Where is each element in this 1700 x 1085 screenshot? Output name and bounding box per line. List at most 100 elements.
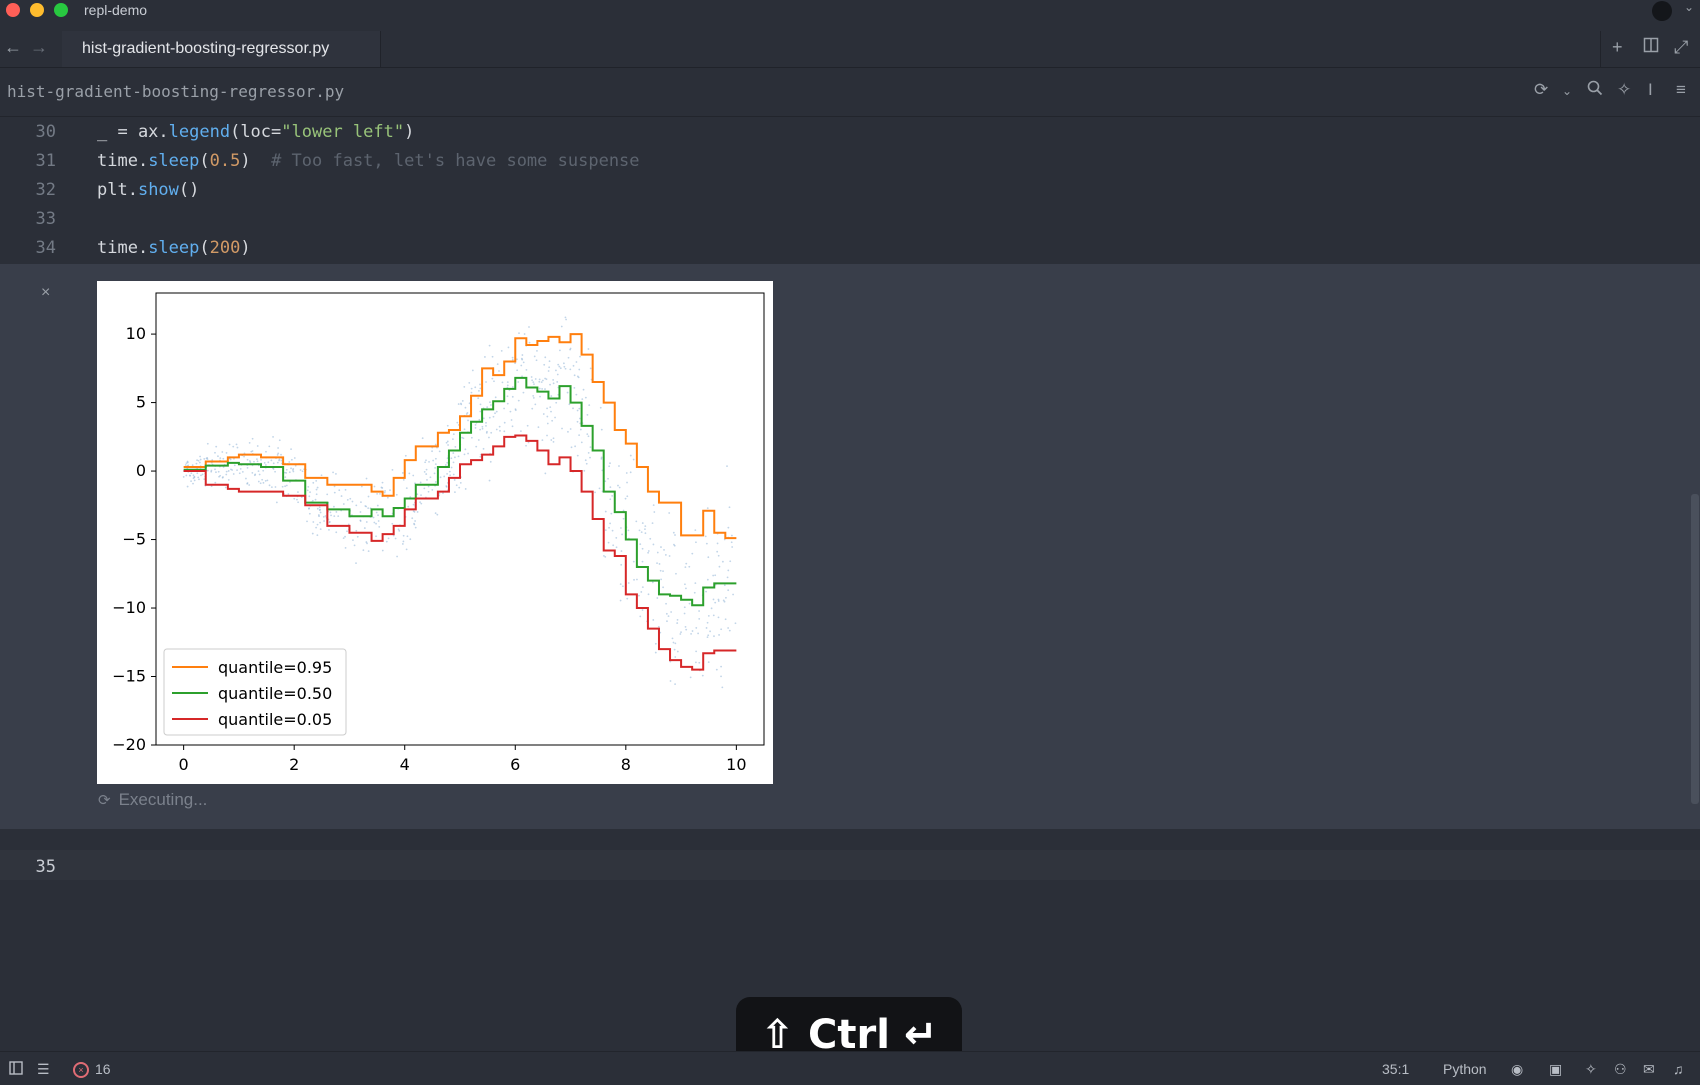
chevron-down-icon[interactable]: ⌄ xyxy=(1562,84,1572,98)
scatter-point xyxy=(670,611,673,613)
split-pane-icon[interactable] xyxy=(1643,37,1659,58)
scatter-point xyxy=(658,563,661,565)
scatter-point xyxy=(586,433,589,436)
scatter-point xyxy=(577,376,580,379)
diagnostics-button[interactable]: × 16 xyxy=(73,1061,111,1079)
scatter-point xyxy=(688,565,691,568)
assistant-icon[interactable]: ✧ xyxy=(1585,1061,1597,1078)
scatter-point xyxy=(215,471,217,474)
scatter-point xyxy=(373,485,376,488)
scatter-point xyxy=(666,620,668,623)
scatter-point xyxy=(620,527,622,529)
code-line[interactable]: 33 xyxy=(0,204,1700,233)
scatter-point xyxy=(514,409,517,412)
scatter-point xyxy=(548,360,551,363)
scatter-point xyxy=(326,493,329,496)
scatter-point xyxy=(622,509,625,512)
code-editor[interactable]: 30 _ = ax.legend(loc="lower left") 31 ti… xyxy=(0,117,1700,263)
terminal-icon[interactable]: ▣ xyxy=(1549,1061,1562,1078)
code-line[interactable]: 32 plt.show() xyxy=(0,175,1700,204)
scatter-point xyxy=(604,529,607,532)
code-text[interactable]: plt.show() xyxy=(97,180,199,200)
scrollbar[interactable] xyxy=(1690,264,1700,829)
scatter-point xyxy=(621,533,623,536)
scatter-point xyxy=(676,650,679,653)
chat-icon[interactable]: ✉ xyxy=(1643,1061,1655,1078)
x-tick-label: 2 xyxy=(289,755,299,774)
scatter-point xyxy=(412,510,415,513)
scatter-point xyxy=(652,619,655,621)
scatter-point xyxy=(694,661,697,664)
code-line[interactable]: 34 time.sleep(200) xyxy=(0,233,1700,262)
forward-arrow-icon[interactable]: → xyxy=(30,37,48,58)
code-text[interactable]: time.sleep(200) xyxy=(97,238,251,258)
scatter-point xyxy=(532,397,535,399)
back-arrow-icon[interactable]: ← xyxy=(4,37,22,58)
scatter-point xyxy=(672,641,675,644)
scatter-point xyxy=(312,521,315,523)
minimize-window-button[interactable] xyxy=(30,3,44,17)
scatter-point xyxy=(541,439,544,442)
scatter-point xyxy=(698,610,700,612)
scatter-point xyxy=(274,486,277,488)
code-line[interactable]: 31 time.sleep(0.5) # Too fast, let's hav… xyxy=(0,146,1700,175)
plus-icon[interactable]: + xyxy=(1612,37,1623,58)
code-line[interactable]: 35 xyxy=(0,850,1700,880)
copilot-icon[interactable]: ◉ xyxy=(1511,1061,1523,1078)
scatter-point xyxy=(724,618,727,621)
scatter-point xyxy=(718,634,720,636)
close-window-button[interactable] xyxy=(6,3,20,17)
expand-icon[interactable]: ⤢ xyxy=(1674,37,1688,58)
user-avatar[interactable] xyxy=(1652,1,1672,21)
chevron-down-icon[interactable]: ⌄ xyxy=(1684,0,1694,14)
outline-icon[interactable]: ☰ xyxy=(37,1061,50,1078)
scatter-point xyxy=(478,389,480,392)
maximize-window-button[interactable] xyxy=(54,3,68,17)
scatter-point xyxy=(495,428,498,431)
search-icon[interactable] xyxy=(1587,80,1603,101)
language-selector[interactable]: Python xyxy=(1443,1061,1487,1077)
scatter-point xyxy=(679,633,682,635)
scatter-point xyxy=(599,406,602,409)
breadcrumb-file[interactable]: hist-gradient-boosting-regressor.py xyxy=(7,82,344,101)
scatter-point xyxy=(498,425,501,428)
scatter-point xyxy=(587,435,590,438)
scatter-point xyxy=(619,599,622,602)
cursor-position[interactable]: 35:1 xyxy=(1382,1061,1409,1077)
scatter-point xyxy=(482,447,485,450)
close-output-icon[interactable]: × xyxy=(41,284,50,302)
scatter-point xyxy=(319,521,322,524)
scatter-point xyxy=(618,486,621,489)
scatter-point xyxy=(713,635,715,638)
scatter-point xyxy=(423,471,426,473)
scatter-point xyxy=(717,554,720,557)
scatter-point xyxy=(626,481,628,484)
y-tick-label: −10 xyxy=(112,598,146,617)
scatter-point xyxy=(620,563,623,566)
code-text[interactable]: _ = ax.legend(loc="lower left") xyxy=(97,122,414,142)
scatter-point xyxy=(193,479,196,482)
scatter-point xyxy=(470,387,473,390)
text-cursor-icon[interactable]: I xyxy=(1648,80,1653,100)
scatter-point xyxy=(493,380,495,383)
tab-active-file[interactable]: hist-gradient-boosting-regressor.py xyxy=(62,31,381,67)
settings-sliders-icon[interactable]: ≡ xyxy=(1676,80,1686,100)
project-panel-icon[interactable] xyxy=(9,1061,23,1078)
scatter-point xyxy=(227,470,230,472)
code-text[interactable]: time.sleep(0.5) # Too fast, let's have s… xyxy=(97,151,640,171)
scatter-point xyxy=(626,495,629,498)
scrollbar-thumb[interactable] xyxy=(1691,494,1699,804)
collaborators-icon[interactable]: ⚇ xyxy=(1614,1061,1627,1078)
scatter-point xyxy=(728,506,731,509)
scatter-point xyxy=(583,469,586,472)
scatter-point xyxy=(611,529,614,532)
sparkle-icon[interactable]: ✧ xyxy=(1617,80,1631,100)
scatter-point xyxy=(248,484,251,486)
scatter-point xyxy=(263,461,266,464)
scatter-point xyxy=(663,549,665,551)
code-line[interactable]: 30 _ = ax.legend(loc="lower left") xyxy=(0,117,1700,146)
scatter-point xyxy=(544,472,547,475)
refresh-icon[interactable]: ⟳ xyxy=(1534,80,1548,100)
bell-icon[interactable]: ♫ xyxy=(1673,1061,1684,1077)
scatter-point xyxy=(489,401,491,404)
